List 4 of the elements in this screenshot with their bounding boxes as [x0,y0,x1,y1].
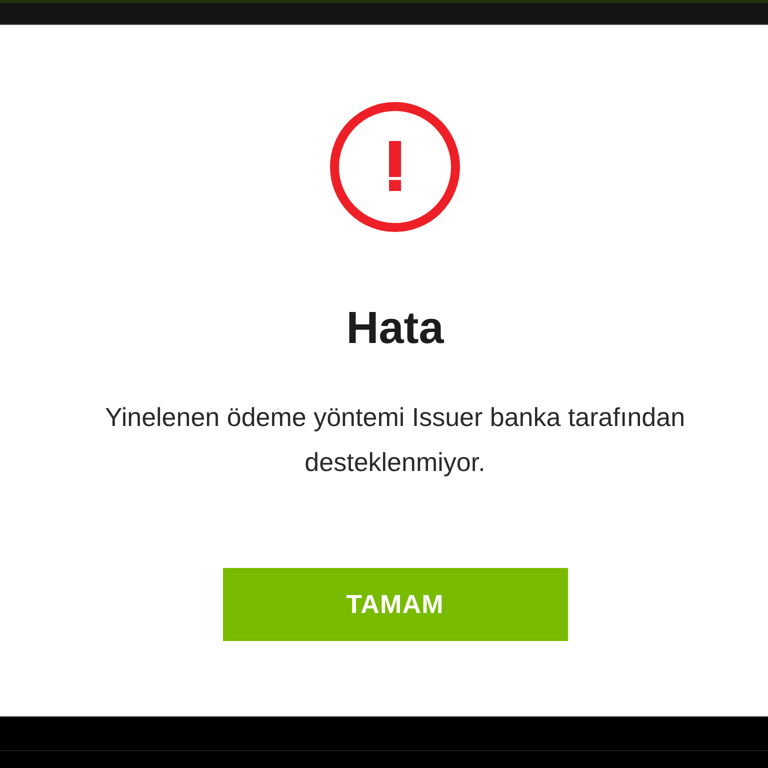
dialog-title: Hata [346,303,444,353]
ok-button[interactable]: TAMAM [222,568,568,641]
error-message: Yinelenen ödeme yöntemi Issuer banka tarafından desteklenmiyor. [104,401,686,479]
error-icon [330,102,460,232]
